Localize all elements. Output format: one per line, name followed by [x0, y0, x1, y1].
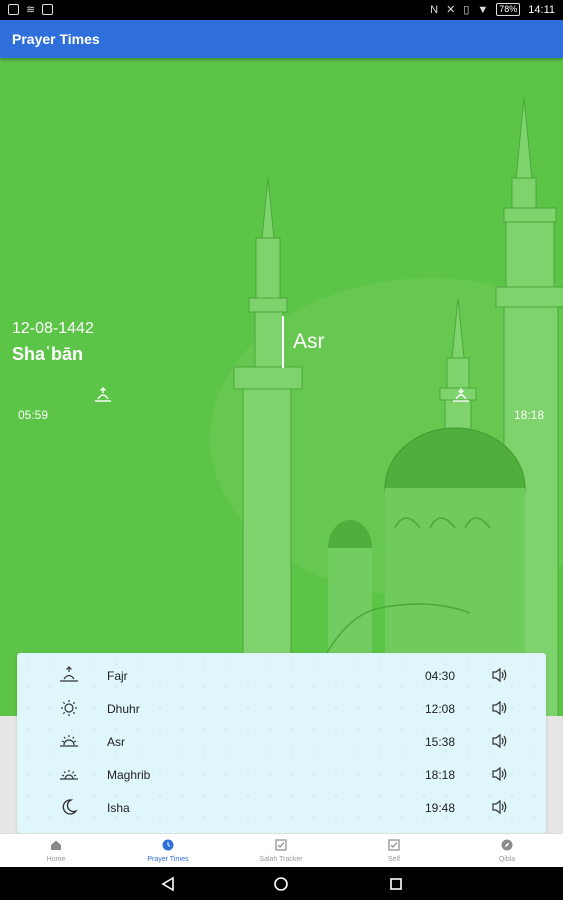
nav-self[interactable]: Self: [338, 834, 450, 868]
mosque-illustration: [0, 58, 563, 716]
home-button-icon[interactable]: [273, 876, 289, 892]
sunrise-icon: [95, 387, 111, 402]
clock: 14:11: [528, 3, 555, 16]
prayer-time: 19:48: [425, 801, 456, 815]
prayer-time: 18:18: [425, 768, 456, 782]
prayer-name: Maghrib: [107, 768, 151, 782]
prayer-name: Isha: [107, 801, 130, 815]
end-time: 18:18: [514, 408, 545, 422]
prayer-row-maghrib[interactable]: Maghrib 18:18: [17, 758, 546, 791]
prayer-name: Fajr: [107, 669, 128, 683]
prayer-name: Asr: [107, 735, 125, 749]
prayer-row-dhuhr[interactable]: Dhuhr 12:08: [17, 692, 546, 725]
hero-divider: [282, 316, 284, 368]
prayer-row-fajr[interactable]: Fajr 04:30: [17, 659, 546, 692]
wifi-icon: ▼: [477, 3, 489, 16]
vibrate-icon: ▯: [463, 3, 470, 16]
battery-indicator: 78%: [496, 3, 521, 16]
prayer-time: 12:08: [425, 702, 456, 716]
prayer-time: 15:38: [425, 735, 456, 749]
current-prayer: Asr: [293, 330, 325, 353]
clock-icon: [162, 839, 174, 851]
nav-label: Home: [46, 856, 66, 863]
back-icon[interactable]: [160, 876, 176, 892]
prayer-name: Dhuhr: [107, 702, 140, 716]
sunrise-icon: [60, 666, 78, 682]
check-square-icon: [388, 839, 400, 851]
nav-label: Self: [387, 856, 401, 863]
sunset-icon: [60, 770, 78, 780]
prayer-list-card: Fajr 04:30 Dhuhr 12:08 Asr 15:38 Maghrib…: [17, 653, 546, 833]
status-bar: ≋ N ✕ ▯ ▼ 78% 14:11: [0, 0, 563, 20]
nav-label: Prayer Times: [147, 856, 189, 863]
app-bar: Prayer Times: [0, 20, 563, 58]
speaker-icon[interactable]: [491, 667, 509, 683]
start-time: 05:59: [18, 408, 49, 422]
recents-icon[interactable]: [388, 876, 404, 892]
hijri-month: Shaʿbān: [12, 344, 84, 364]
speaker-icon[interactable]: [491, 733, 509, 749]
nav-prayer-times[interactable]: Prayer Times: [112, 834, 224, 868]
mute-icon: ✕: [446, 3, 456, 16]
prayer-row-isha[interactable]: Isha 19:48: [17, 791, 546, 824]
hero-banner: 12-08-1442 Shaʿbān Asr 05:59 18:18: [0, 58, 563, 716]
home-icon: [51, 840, 61, 850]
sun-low-icon: [60, 735, 78, 747]
nav-label: Salah Tracker: [259, 856, 303, 863]
nfc-icon: N: [430, 3, 439, 16]
hijri-date: 12-08-1442: [12, 320, 94, 337]
wifi-notification-icon: ≋: [26, 4, 36, 16]
moon-icon: [62, 799, 78, 815]
sunset-icon: [453, 388, 469, 402]
system-navigation-bar: [0, 867, 563, 900]
bottom-navigation: Home Prayer Times Salah Tracker Self Qib…: [0, 833, 563, 867]
nav-qibla[interactable]: Qibla: [451, 834, 563, 868]
nav-salah-tracker[interactable]: Salah Tracker: [225, 834, 337, 868]
speaker-icon[interactable]: [491, 766, 509, 782]
sun-icon: [61, 700, 77, 716]
prayer-time: 04:30: [425, 669, 456, 683]
app-title: Prayer Times: [12, 31, 100, 47]
prayer-row-asr[interactable]: Asr 15:38: [17, 725, 546, 758]
nav-label: Qibla: [498, 856, 516, 863]
nav-home[interactable]: Home: [0, 834, 112, 868]
speaker-icon[interactable]: [491, 799, 509, 815]
gallery-notification-icon: [8, 4, 19, 15]
check-square-icon: [275, 839, 287, 851]
speaker-icon[interactable]: [491, 700, 509, 716]
compass-icon: [501, 839, 513, 851]
download-notification-icon: [42, 4, 54, 15]
